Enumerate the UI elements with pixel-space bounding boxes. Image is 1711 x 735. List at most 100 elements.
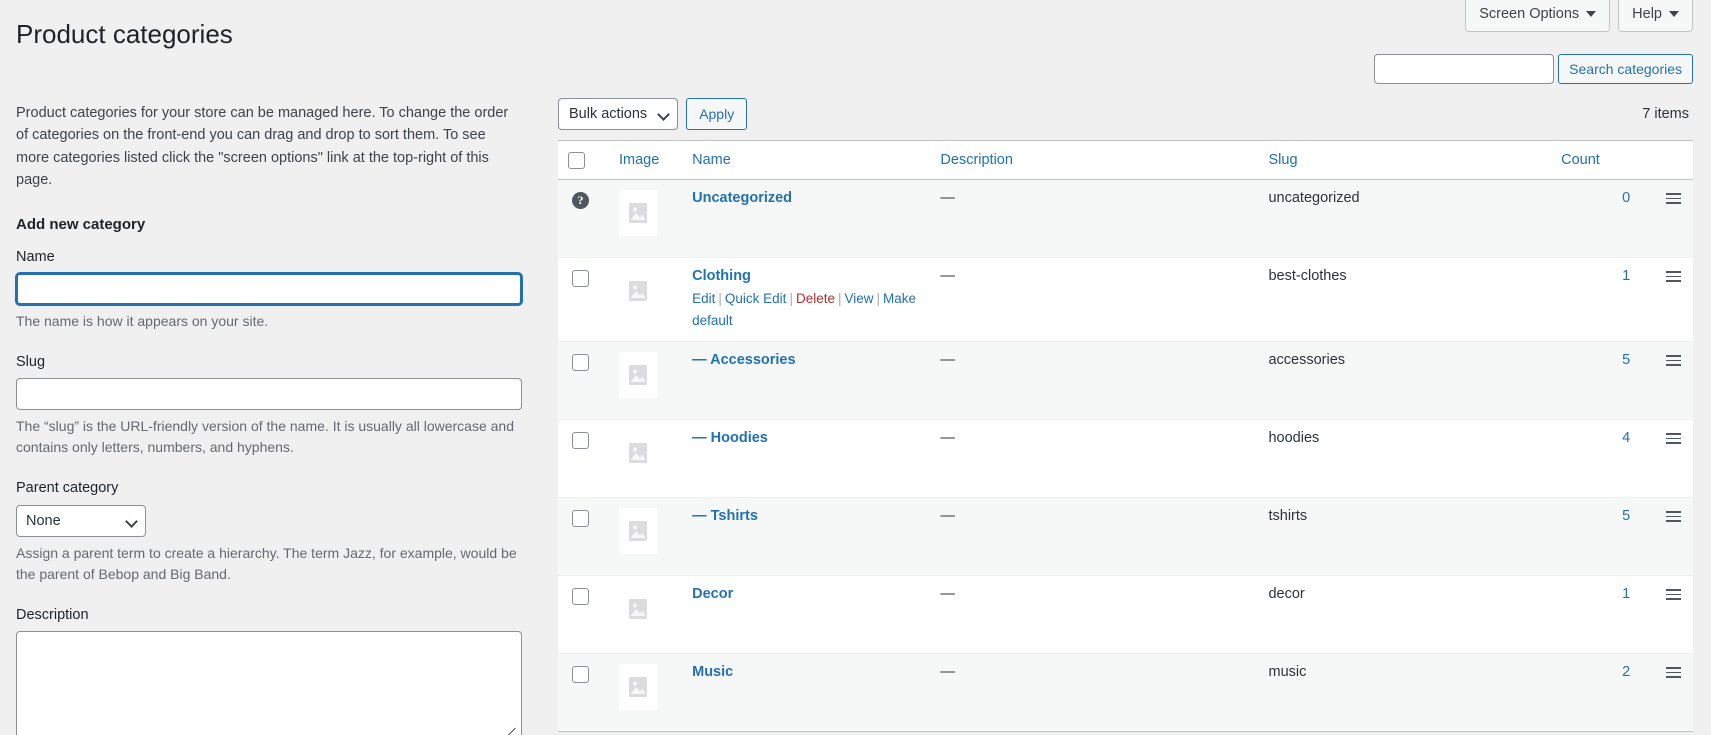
row-select-cell — [558, 497, 609, 576]
drag-handle-icon[interactable] — [1666, 586, 1681, 603]
drag-handle-icon[interactable] — [1666, 508, 1681, 525]
row-checkbox[interactable] — [572, 510, 589, 528]
row-name-cell: — Accessories — [682, 341, 931, 420]
name-label: Name — [16, 248, 55, 265]
description-label: Description — [16, 606, 89, 623]
row-description-cell: — — [930, 419, 1259, 498]
search-categories-button[interactable]: Search categories — [1558, 54, 1693, 84]
row-checkbox[interactable] — [572, 270, 589, 288]
main-columns: Product categories for your store can be… — [0, 90, 1711, 735]
column-header-slug[interactable]: Slug — [1258, 140, 1552, 181]
row-checkbox[interactable] — [572, 666, 589, 684]
image-placeholder-icon — [618, 664, 657, 711]
row-checkbox[interactable] — [572, 588, 589, 606]
help-icon[interactable]: ? — [572, 192, 589, 210]
category-name-link[interactable]: Uncategorized — [692, 190, 792, 206]
row-count-link[interactable]: 5 — [1622, 352, 1630, 368]
image-placeholder-icon — [618, 430, 657, 477]
table-row: Music — music 2 — [558, 653, 1693, 732]
table-row: — Tshirts — tshirts 5 — [558, 497, 1693, 576]
drag-handle-icon[interactable] — [1666, 268, 1681, 285]
category-name-link[interactable]: Clothing — [692, 268, 751, 284]
row-checkbox[interactable] — [572, 354, 589, 372]
select-all-checkbox[interactable] — [568, 152, 585, 169]
row-action-edit[interactable]: Edit — [692, 291, 715, 306]
category-name-link[interactable]: — Hoodies — [692, 430, 768, 446]
bulk-actions-select[interactable]: Bulk actions — [558, 98, 679, 130]
row-slug-cell: accessories — [1258, 341, 1552, 420]
parent-category-description: Assign a parent term to create a hierarc… — [16, 544, 517, 582]
table-body: ? Uncategorized — uncategorized 0 Clothing Edi… — [558, 179, 1693, 732]
row-action-separator: | — [837, 291, 842, 307]
row-handle-cell — [1644, 419, 1693, 498]
name-input[interactable] — [16, 273, 522, 306]
help-button[interactable]: Help — [1618, 0, 1693, 33]
screen-options-label: Screen Options — [1479, 6, 1580, 22]
row-handle-cell — [1644, 179, 1693, 258]
drag-handle-icon[interactable] — [1666, 664, 1681, 681]
row-name-cell: Decor — [682, 575, 931, 654]
row-count-link[interactable]: 4 — [1622, 430, 1630, 446]
screen-options-button[interactable]: Screen Options — [1465, 0, 1611, 33]
row-description-value: — — [940, 586, 955, 603]
parent-category-select[interactable]: None — [16, 504, 146, 537]
table-header-row: Image Name Description Slug Count — [558, 140, 1693, 181]
image-placeholder-icon — [618, 352, 657, 399]
drag-handle-icon[interactable] — [1666, 430, 1681, 447]
row-handle-cell — [1644, 575, 1693, 654]
row-handle-cell — [1644, 497, 1693, 576]
row-action-quick-edit[interactable]: Quick Edit — [725, 291, 787, 306]
intro-text: Product categories for your store can be… — [16, 105, 509, 189]
row-description-cell: — — [930, 341, 1259, 420]
table-row: Clothing Edit | Quick Edit | Delete | View | Make… — [558, 257, 1693, 342]
image-placeholder-icon — [618, 508, 657, 555]
row-slug-cell: decor — [1258, 575, 1552, 654]
row-count-link[interactable]: 5 — [1622, 508, 1630, 524]
description-textarea-wrap — [16, 631, 522, 735]
row-count-link[interactable]: 2 — [1622, 664, 1630, 680]
description-textarea[interactable] — [16, 631, 522, 735]
image-placeholder-icon — [618, 586, 657, 633]
table-row: Decor — decor 1 — [558, 575, 1693, 654]
column-header-handle — [1644, 140, 1693, 181]
row-checkbox[interactable] — [572, 432, 589, 450]
drag-handle-icon[interactable] — [1666, 352, 1681, 369]
table-navigation-top: Bulk actions Apply 7 items — [558, 90, 1693, 140]
row-actions: Edit | Quick Edit | Delete | View | Make default — [692, 288, 920, 331]
row-image-cell — [608, 497, 683, 576]
drag-handle-icon[interactable] — [1666, 190, 1681, 207]
row-handle-cell — [1644, 653, 1693, 732]
slug-input[interactable] — [16, 378, 522, 411]
column-header-description[interactable]: Description — [930, 140, 1259, 181]
search-input[interactable] — [1374, 54, 1555, 84]
row-count-link[interactable]: 1 — [1622, 268, 1630, 284]
category-name-link[interactable]: Decor — [692, 586, 733, 602]
row-description-cell: — — [930, 575, 1259, 654]
row-image-cell — [608, 575, 683, 654]
row-description-value: — — [940, 664, 955, 681]
column-header-count[interactable]: Count — [1551, 140, 1645, 181]
row-select-cell — [558, 653, 609, 732]
row-count-cell: 5 — [1551, 341, 1645, 420]
row-description-value: — — [940, 352, 955, 369]
row-count-cell: 4 — [1551, 419, 1645, 498]
row-image-cell — [608, 179, 683, 258]
select-all-header — [558, 140, 609, 181]
row-action-view[interactable]: View — [845, 291, 874, 306]
row-description-value: — — [940, 190, 955, 207]
row-name-cell: Uncategorized — [682, 179, 931, 258]
table-row: ? Uncategorized — uncategorized 0 — [558, 179, 1693, 258]
category-name-link[interactable]: — Tshirts — [692, 508, 758, 524]
slug-description: The “slug” is the URL-friendly version o… — [16, 418, 514, 456]
description-field-row: Description — [16, 605, 522, 735]
column-header-name[interactable]: Name — [682, 140, 931, 181]
row-count-link[interactable]: 0 — [1622, 190, 1630, 206]
category-name-link[interactable]: Music — [692, 664, 733, 680]
apply-button[interactable]: Apply — [686, 98, 748, 130]
help-label: Help — [1632, 6, 1662, 22]
category-name-link[interactable]: — Accessories — [692, 352, 795, 368]
slug-label: Slug — [16, 354, 46, 371]
row-count-link[interactable]: 1 — [1622, 586, 1630, 602]
row-select-cell — [558, 341, 609, 420]
row-action-delete[interactable]: Delete — [796, 291, 835, 306]
